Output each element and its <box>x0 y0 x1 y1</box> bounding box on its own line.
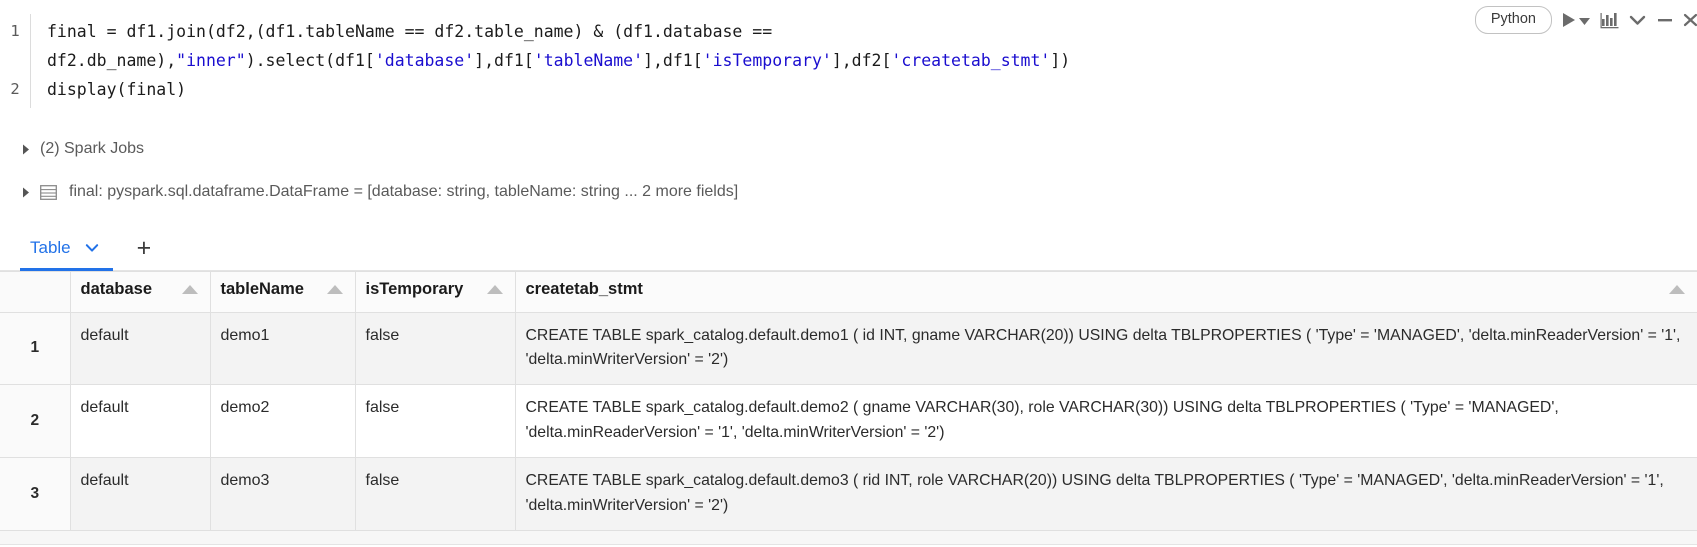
column-header-tablename[interactable]: tableName <box>210 272 356 313</box>
caret-down-icon[interactable] <box>1578 8 1591 32</box>
line-number: 2 <box>10 80 20 98</box>
code-token: ).select(df1[ <box>245 51 375 70</box>
tab-options-chevron-down-icon[interactable] <box>85 243 99 253</box>
results-table: database tableName isTemporary createtab… <box>0 272 1697 532</box>
table-row-number: 3 <box>0 457 71 532</box>
column-header-istemporary[interactable]: isTemporary <box>355 272 516 313</box>
code-token: ],df2[ <box>831 51 892 70</box>
column-header-createtabstmt-label: createtab_stmt <box>525 280 643 298</box>
cell-tablename: demo3 <box>210 457 356 532</box>
table-row[interactable]: 1 default demo1 false CREATE TABLE spark_cat… <box>0 312 1697 386</box>
table-row-number: 2 <box>0 384 71 459</box>
cell-toolbar: Python <box>1474 6 1697 34</box>
code-text[interactable]: final = df1.join(df2,(df1.tableName == d… <box>47 14 1697 104</box>
cell-database: default <box>70 384 211 459</box>
code-line-numbers: 1 2 <box>0 14 30 104</box>
column-header-database-label: database <box>80 280 153 298</box>
cell-database: default <box>70 312 211 386</box>
sort-ascending-icon[interactable] <box>326 285 343 294</box>
table-row[interactable]: 3 default demo3 false CREATE TABLE spark_cat… <box>0 457 1697 532</box>
cell-createtab-stmt: CREATE TABLE spark_catalog.default.demo1… <box>515 312 1697 386</box>
code-token: 'isTemporary' <box>702 51 832 70</box>
expand-triangle-icon[interactable] <box>20 186 31 199</box>
table-row-number: 1 <box>0 312 71 386</box>
tab-table-label: Table <box>30 238 71 257</box>
expand-triangle-icon[interactable] <box>20 143 31 156</box>
sort-ascending-icon[interactable] <box>486 285 503 294</box>
column-header-database[interactable]: database <box>70 272 211 313</box>
line-number: 1 <box>10 22 20 40</box>
cell-database: default <box>70 457 211 532</box>
spark-jobs-toggle[interactable]: (2) Spark Jobs <box>20 136 1697 162</box>
column-header-istemporary-label: isTemporary <box>365 280 464 298</box>
cell-tablename: demo1 <box>210 312 356 386</box>
tab-table[interactable]: Table <box>20 238 113 271</box>
table-horizontal-scrollbar[interactable] <box>0 531 1697 546</box>
bar-chart-icon[interactable] <box>1600 8 1619 32</box>
code-token: 'tableName' <box>533 51 644 70</box>
code-token: "inner" <box>176 51 246 70</box>
table-header-row: database tableName isTemporary createtab… <box>0 272 1697 313</box>
minimize-icon[interactable] <box>1656 8 1674 32</box>
cell-tablename: demo2 <box>210 384 356 459</box>
dataframe-label: final: pyspark.sql.dataframe.DataFrame =… <box>69 183 739 200</box>
table-row[interactable]: 2 default demo2 false CREATE TABLE spark_cat… <box>0 384 1697 459</box>
close-icon[interactable] <box>1683 8 1697 32</box>
table-header: database tableName isTemporary createtab… <box>0 272 1697 313</box>
cell-createtab-stmt: CREATE TABLE spark_catalog.default.demo3… <box>515 457 1697 532</box>
visualization-tabs: Table + <box>0 223 1697 271</box>
code-token: 'createtab_stmt' <box>891 51 1051 70</box>
column-header-createtabstmt[interactable]: createtab_stmt <box>515 272 1697 313</box>
play-icon[interactable] <box>1561 8 1576 32</box>
column-header-rownum <box>0 272 71 313</box>
code-token: ],df1[ <box>474 51 534 70</box>
results-table-container: database tableName isTemporary createtab… <box>0 271 1697 546</box>
language-pill[interactable]: Python <box>1474 6 1552 34</box>
sort-ascending-icon[interactable] <box>181 285 198 294</box>
notebook-cell: 1 2 final = df1.join(df2,(df1.tableName … <box>0 0 1697 547</box>
table-body: 1 default demo1 false CREATE TABLE spark_cat… <box>0 312 1697 532</box>
code-token: ],df1[ <box>643 51 703 70</box>
editor-divider <box>30 14 31 108</box>
add-visualization-button[interactable]: + <box>113 236 170 270</box>
cell-output: (2) Spark Jobs final: pyspark.sql.datafr… <box>0 136 1697 205</box>
spark-jobs-label: (2) Spark Jobs <box>40 140 145 157</box>
chevron-down-icon[interactable] <box>1628 8 1647 32</box>
code-editor[interactable]: 1 2 final = df1.join(df2,(df1.tableName … <box>0 0 1697 118</box>
run-controls <box>1561 8 1591 32</box>
cell-istemporary: false <box>355 384 516 459</box>
cell-createtab-stmt: CREATE TABLE spark_catalog.default.demo2… <box>515 384 1697 459</box>
column-header-tablename-label: tableName <box>220 280 304 298</box>
dataframe-summary[interactable]: final: pyspark.sql.dataframe.DataFrame =… <box>20 179 1697 205</box>
table-icon <box>40 184 57 200</box>
cell-istemporary: false <box>355 312 516 386</box>
sort-ascending-icon[interactable] <box>1668 285 1685 294</box>
code-token: 'database' <box>374 51 475 70</box>
cell-istemporary: false <box>355 457 516 532</box>
